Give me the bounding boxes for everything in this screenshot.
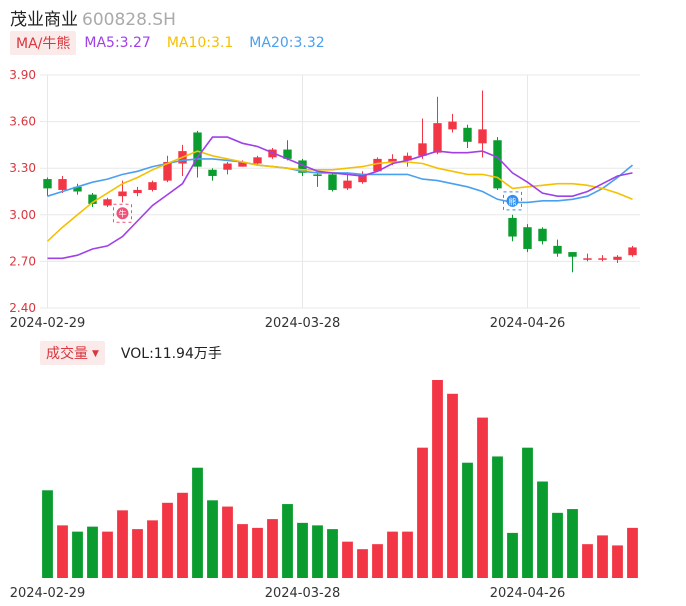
volume-bar bbox=[582, 544, 593, 578]
volume-bar bbox=[282, 504, 293, 578]
candle-body bbox=[463, 127, 472, 142]
y-tick-label: 3.30 bbox=[9, 161, 36, 175]
y-tick-label: 2.70 bbox=[9, 254, 36, 268]
candle-body bbox=[253, 157, 262, 164]
volume-bar bbox=[57, 525, 68, 578]
volume-x-tick-label: 2024-03-28 bbox=[265, 586, 341, 601]
volume-bar bbox=[192, 467, 203, 578]
y-tick-label: 2.40 bbox=[9, 301, 36, 315]
volume-bar bbox=[462, 462, 473, 578]
x-tick-label: 2024-04-26 bbox=[490, 316, 566, 331]
volume-bar bbox=[537, 481, 548, 578]
volume-bar bbox=[297, 522, 308, 578]
volume-bar bbox=[507, 532, 518, 578]
candle-body bbox=[58, 179, 67, 190]
volume-bar bbox=[162, 502, 173, 578]
y-tick-label: 3.90 bbox=[9, 68, 36, 82]
candle-body bbox=[448, 121, 457, 130]
kline-chart: 3.903.603.303.002.702.402024-02-292024-0… bbox=[9, 68, 640, 601]
volume-bar bbox=[72, 531, 83, 578]
candle-body bbox=[493, 140, 502, 189]
candle-body bbox=[328, 174, 337, 190]
volume-bar bbox=[447, 393, 458, 578]
x-tick-label: 2024-03-28 bbox=[265, 316, 341, 331]
volume-bar bbox=[627, 527, 638, 578]
y-tick-label: 3.00 bbox=[9, 208, 36, 222]
volume-bar bbox=[612, 545, 623, 578]
volume-bar bbox=[402, 531, 413, 578]
candle-body bbox=[478, 129, 487, 144]
candle-body bbox=[553, 245, 562, 254]
svg-text:牛: 牛 bbox=[119, 209, 127, 219]
candle-body bbox=[418, 143, 427, 156]
candle-body bbox=[43, 179, 52, 189]
volume-bar bbox=[132, 529, 143, 578]
y-tick-label: 3.60 bbox=[9, 115, 36, 129]
candle-body bbox=[103, 199, 112, 206]
volume-bar bbox=[42, 490, 53, 578]
volume-bar bbox=[597, 535, 608, 578]
candle-body bbox=[343, 180, 352, 189]
volume-bar bbox=[372, 544, 383, 578]
candle-body bbox=[208, 169, 217, 176]
ma10-line bbox=[46, 150, 633, 242]
volume-bar bbox=[492, 456, 503, 578]
volume-bar bbox=[342, 541, 353, 578]
volume-bar bbox=[117, 510, 128, 578]
volume-bar bbox=[327, 529, 338, 578]
volume-bar bbox=[102, 531, 113, 578]
volume-bar bbox=[147, 520, 158, 578]
volume-x-tick-label: 2024-04-26 bbox=[490, 586, 566, 601]
volume-bar bbox=[87, 526, 98, 578]
volume-bar bbox=[417, 447, 428, 578]
volume-bar bbox=[237, 524, 248, 578]
volume-bar bbox=[177, 492, 188, 578]
candle-body bbox=[118, 191, 127, 197]
candle-body bbox=[583, 258, 592, 260]
volume-bar bbox=[312, 525, 323, 578]
volume-bar bbox=[252, 527, 263, 578]
candle-body bbox=[598, 258, 607, 260]
volume-bar bbox=[267, 519, 278, 578]
bull-icon[interactable]: 牛 bbox=[113, 203, 132, 223]
volume-bar bbox=[567, 509, 578, 578]
candle-body bbox=[628, 247, 637, 256]
candle-body bbox=[133, 189, 142, 194]
candle-body bbox=[568, 252, 577, 257]
volume-bar bbox=[522, 447, 533, 578]
candle-body bbox=[523, 227, 532, 249]
svg-text:熊: 熊 bbox=[509, 196, 517, 206]
volume-bar bbox=[432, 380, 443, 578]
candle-body bbox=[148, 182, 157, 190]
volume-bar bbox=[477, 417, 488, 578]
candle-body bbox=[613, 256, 622, 260]
x-tick-label: 2024-02-29 bbox=[10, 316, 86, 331]
ma20-line bbox=[47, 158, 634, 204]
volume-bar bbox=[222, 506, 233, 578]
volume-bar bbox=[552, 512, 563, 578]
candle-body bbox=[538, 228, 547, 242]
volume-x-tick-label: 2024-02-29 bbox=[10, 586, 86, 601]
volume-bar bbox=[387, 531, 398, 578]
volume-bar bbox=[357, 549, 368, 578]
candle-body bbox=[223, 163, 232, 170]
candle-body bbox=[508, 217, 517, 237]
volume-bar bbox=[207, 500, 218, 578]
candle-body bbox=[433, 123, 442, 153]
candle-body bbox=[313, 174, 322, 176]
